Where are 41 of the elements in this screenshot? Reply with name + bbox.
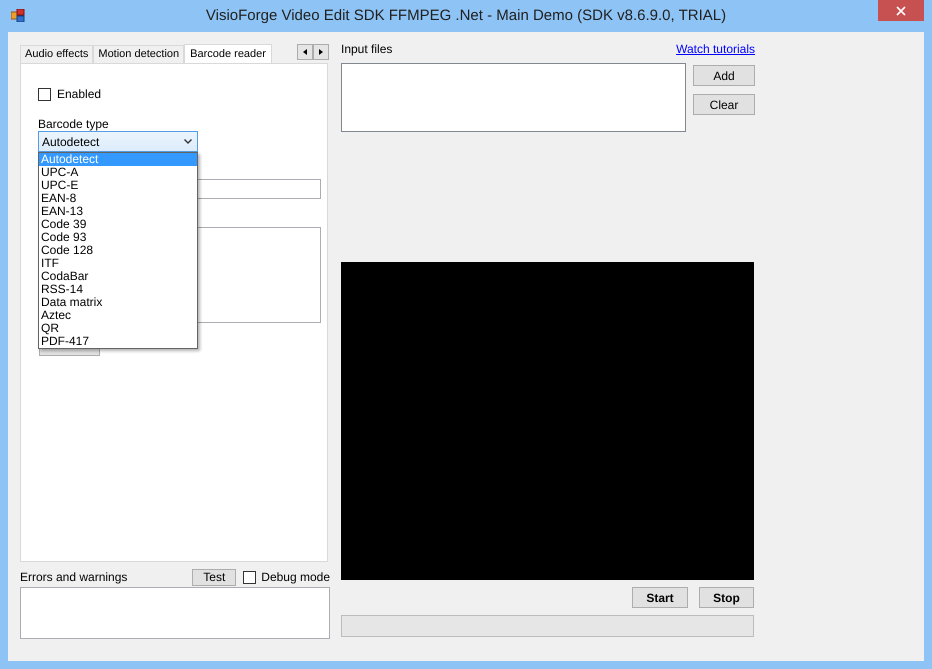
dropdown-option[interactable]: Code 128 [39,244,197,257]
input-files-label: Input files [341,41,392,58]
close-button[interactable] [878,0,924,21]
tab[interactable]: Motion detection [93,45,184,63]
test-button[interactable]: Test [192,568,236,586]
dropdown-option[interactable]: EAN-13 [39,205,197,218]
dropdown-option[interactable]: Code 93 [39,231,197,244]
close-icon [896,6,906,16]
app-icon [11,9,25,22]
right-arrow-icon [319,49,323,55]
scroll-left-button[interactable] [297,44,313,60]
dropdown-option[interactable]: CodaBar [39,270,197,283]
dropdown-option[interactable]: Aztec [39,309,197,322]
errors-label: Errors and warnings [20,569,128,586]
window-title: VisioForge Video Edit SDK FFMPEG .Net - Main Demo (SDK v8.6.9.0, TRIAL) [206,6,726,26]
barcode-type-dropdown[interactable]: Autodetect [38,131,198,152]
dropdown-option[interactable]: RSS-14 [39,283,197,296]
dropdown-option[interactable]: Data matrix [39,296,197,309]
dropdown-option[interactable]: UPC-A [39,166,197,179]
tab[interactable]: Barcode reader [184,44,272,64]
dropdown-option[interactable]: EAN-8 [39,192,197,205]
file-button[interactable]: Clear [693,94,755,115]
dropdown-option[interactable]: Code 39 [39,218,197,231]
start-button[interactable]: Start [632,587,688,608]
left-arrow-icon [303,49,307,55]
chevron-icon [184,139,192,144]
dropdown-option[interactable]: ITF [39,257,197,270]
barcode-type-label: Barcode type [38,116,109,133]
stop-button[interactable]: Stop [699,587,754,608]
tab[interactable]: Audio effects [20,45,94,63]
dropdown-option[interactable]: UPC-E [39,179,197,192]
input-files-list[interactable] [341,63,686,132]
dropdown-option[interactable]: QR [39,322,197,335]
debug-checkbox[interactable] [243,570,256,584]
file-button[interactable]: Add [693,65,755,86]
scroll-right-button[interactable] [313,44,329,60]
enabled-label: Enabled [57,86,102,103]
debug-label: Debug mode [261,569,330,586]
tutorials-link[interactable]: Watch tutorials [676,40,755,58]
dropdown-option[interactable]: PDF-417 [39,335,197,348]
enabled-checkbox[interactable] [38,88,51,100]
